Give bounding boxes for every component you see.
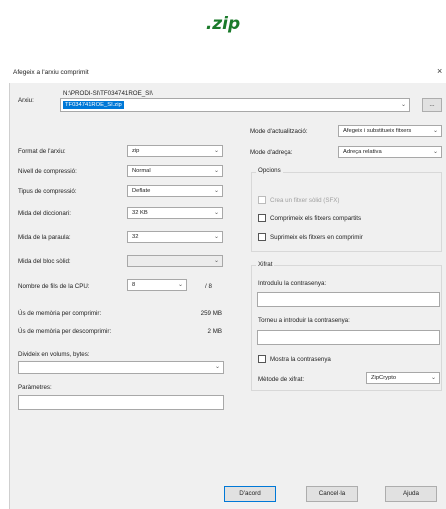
chevron-down-icon: ⌄ xyxy=(213,188,219,194)
password-label: Introduïu la contrasenya: xyxy=(258,280,327,287)
options-title: Opcions xyxy=(256,167,283,174)
ok-button[interactable]: D'acord xyxy=(224,486,276,502)
threads-label: Nombre de fils de la CPU: xyxy=(18,283,90,290)
cancel-button[interactable]: Cancel·la xyxy=(306,486,358,502)
archive-label: Arxiu: xyxy=(18,97,34,104)
path-mode-select[interactable]: Adreça relativa ⌄ xyxy=(338,146,442,158)
chevron-down-icon: ⌄ xyxy=(430,375,436,381)
volumes-label: Divideix en volums, bytes: xyxy=(18,351,90,358)
dict-select[interactable]: 32 KB ⌄ xyxy=(127,207,223,219)
chevron-down-icon[interactable]: ⌄ xyxy=(401,101,406,108)
delete-checkbox[interactable] xyxy=(258,233,266,241)
mem-compress-value: 259 MB xyxy=(200,310,222,317)
mem-decompress-value: 2 MB xyxy=(207,328,222,335)
word-label: Mida de la paraula: xyxy=(18,234,71,241)
chevron-down-icon: ⌄ xyxy=(213,234,219,240)
dict-label: Mida del diccionari: xyxy=(18,210,71,217)
encryption-title: Xifrat xyxy=(256,261,275,268)
params-input[interactable] xyxy=(18,395,224,410)
dialog-title: Afegeix a l'arxiu comprimit xyxy=(13,69,89,76)
browse-button[interactable]: ... xyxy=(422,98,442,112)
help-button[interactable]: Ajuda xyxy=(385,486,437,502)
volumes-combo[interactable]: ⌄ xyxy=(18,361,224,374)
close-icon[interactable]: × xyxy=(437,66,442,76)
update-mode-label: Mode d'actualització: xyxy=(250,128,308,135)
format-select[interactable]: zip ⌄ xyxy=(127,145,223,157)
shared-label: Comprimeix els fitxers compartits xyxy=(270,215,362,222)
params-label: Paràmetres: xyxy=(18,384,52,391)
archive-filename: TF034741ROE_SI.zip xyxy=(63,101,124,109)
chevron-down-icon: ⌄ xyxy=(432,149,438,155)
word-select[interactable]: 32 ⌄ xyxy=(127,231,223,243)
solid-select[interactable]: ⌄ xyxy=(127,255,223,267)
mem-compress-label: Ús de memòria per comprimir: xyxy=(18,310,102,317)
repeat-password-label: Torneu a introduir la contrasenya: xyxy=(258,317,350,324)
repeat-password-input[interactable] xyxy=(257,330,440,345)
chevron-down-icon: ⌄ xyxy=(177,282,183,288)
shared-checkbox[interactable] xyxy=(258,214,266,222)
chevron-down-icon: ⌄ xyxy=(432,128,438,134)
show-password-checkbox[interactable] xyxy=(258,355,266,363)
mem-decompress-label: Ús de memòria per descomprimir: xyxy=(18,328,112,335)
level-select[interactable]: Normal ⌄ xyxy=(127,165,223,177)
sfx-checkbox[interactable] xyxy=(258,196,266,204)
archive-name-combo[interactable]: TF034741ROE_SI.zip ⌄ xyxy=(60,98,410,112)
archive-path: N:\PRODI-SI\TF034741ROE_SI\ xyxy=(63,90,153,97)
chevron-down-icon: ⌄ xyxy=(213,210,219,216)
chevron-down-icon: ⌄ xyxy=(213,258,219,264)
chevron-down-icon: ⌄ xyxy=(213,148,219,154)
solid-label: Mida del bloc sòlid: xyxy=(18,258,71,265)
encryption-method-label: Mètode de xifrat: xyxy=(258,376,305,383)
threads-select[interactable]: 8 ⌄ xyxy=(127,279,187,291)
delete-label: Suprimeix els fitxers en comprimir xyxy=(270,234,363,241)
path-mode-label: Mode d'adreça: xyxy=(250,149,293,156)
method-select[interactable]: Deflate ⌄ xyxy=(127,185,223,197)
level-label: Nivell de compressió: xyxy=(18,168,77,175)
chevron-down-icon: ⌄ xyxy=(213,168,219,174)
chevron-down-icon: ⌄ xyxy=(214,364,220,370)
encryption-method-select[interactable]: ZipCrypto ⌄ xyxy=(366,372,440,384)
sfx-label: Crea un fitxer sòlid (SFX) xyxy=(270,197,340,204)
update-mode-select[interactable]: Afegeix i substitueix fitxers ⌄ xyxy=(338,125,442,137)
show-password-label: Mostra la contrasenya xyxy=(270,356,331,363)
format-label: Format de l'arxiu: xyxy=(18,148,66,155)
method-label: Tipus de compressió: xyxy=(18,188,77,195)
threads-max: / 8 xyxy=(205,283,212,290)
password-input[interactable] xyxy=(257,292,440,307)
page-heading: .zip xyxy=(205,14,241,34)
